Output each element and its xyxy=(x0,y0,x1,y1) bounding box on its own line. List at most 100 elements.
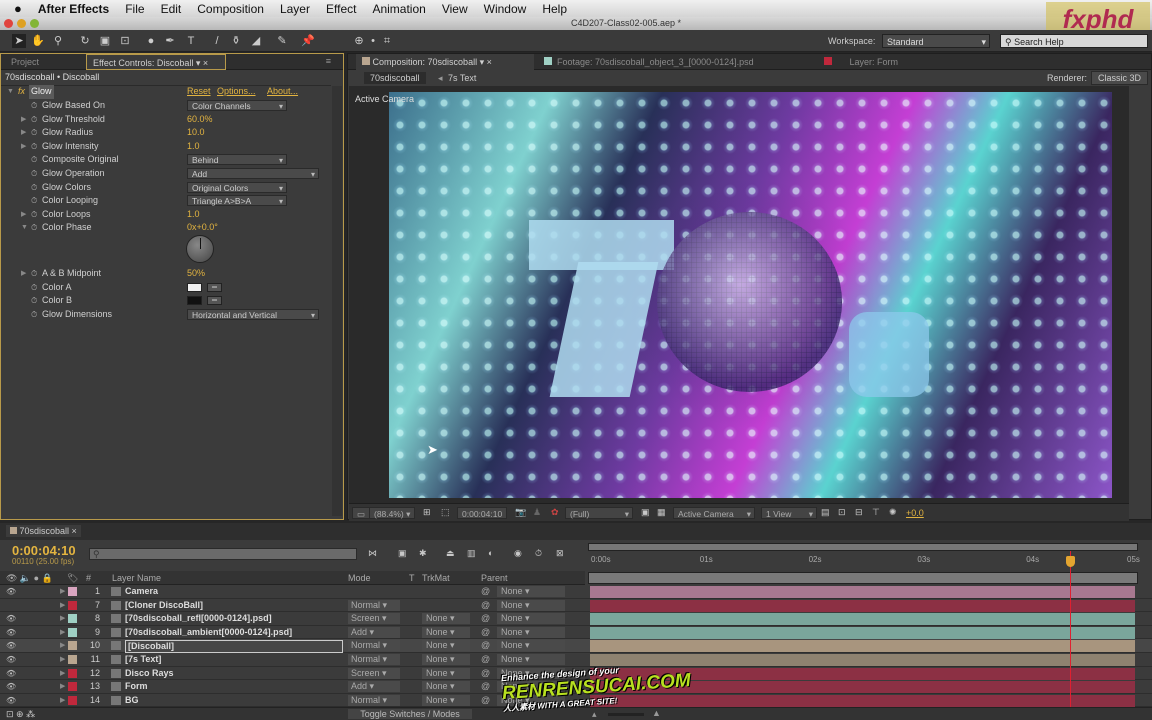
stopwatch-icon[interactable]: ⏱ xyxy=(31,99,37,113)
layer-duration-bar[interactable] xyxy=(590,586,1135,598)
label-color-swatch[interactable] xyxy=(68,627,77,637)
stopwatch-icon[interactable]: ⏱ xyxy=(31,140,37,154)
track-matte-dropdown[interactable]: None ▾ xyxy=(422,667,470,679)
property-value[interactable]: 0x+0.0° xyxy=(187,221,218,235)
snapshot-icon[interactable]: 📷 xyxy=(515,507,526,518)
clone-stamp-tool-icon[interactable]: ⚱ xyxy=(229,34,243,48)
exposure-icon[interactable]: ✺ xyxy=(889,507,897,518)
color-swatch[interactable] xyxy=(187,282,202,292)
view-layout-dropdown[interactable]: 1 View ▾ xyxy=(761,507,817,519)
expand-triangle-icon[interactable]: ▶ xyxy=(21,140,26,154)
layer-name[interactable]: BG xyxy=(125,694,139,708)
color-swatch[interactable] xyxy=(187,296,202,306)
expand-triangle-icon[interactable]: ▶ xyxy=(60,667,65,681)
stopwatch-icon[interactable]: ⏱ xyxy=(31,294,37,308)
label-color-swatch[interactable] xyxy=(68,641,77,651)
blend-mode-dropdown[interactable]: Normal ▾ xyxy=(348,640,400,652)
menu-edit[interactable]: Edit xyxy=(161,2,182,16)
parent-pickwhip-icon[interactable]: @ xyxy=(481,680,490,694)
graph-editor-icon[interactable]: ⊠ xyxy=(556,548,564,559)
tab-effect-controls[interactable]: Effect Controls: Discoball ▾ × xyxy=(86,54,226,70)
color-phase-dial[interactable] xyxy=(186,235,214,263)
layer-search-input[interactable]: ⚲ xyxy=(89,548,357,560)
track-matte-dropdown[interactable]: None ▾ xyxy=(422,626,470,638)
pixel-aspect-icon[interactable]: ▤ xyxy=(821,507,830,518)
brush-tool-icon[interactable]: / xyxy=(210,34,224,48)
breadcrumb-7s-text[interactable]: 7s Text xyxy=(448,73,476,83)
menu-composition[interactable]: Composition xyxy=(197,2,264,16)
renderer-button[interactable]: Classic 3D xyxy=(1091,71,1149,85)
tab-footage[interactable]: Footage: 70sdiscoball_object_3_[0000-012… xyxy=(538,54,760,70)
label-color-swatch[interactable] xyxy=(68,587,77,596)
layer-name[interactable]: [Cloner DiscoBall] xyxy=(125,599,203,613)
expand-triangle-icon[interactable]: ▶ xyxy=(60,612,65,626)
layer-row[interactable]: 👁 ▶ 8 [70sdiscoball_refl[0000-0124].psd] Scr… xyxy=(0,612,1152,626)
property-value[interactable]: 10.0 xyxy=(187,126,205,140)
apple-menu-icon[interactable]: ● xyxy=(14,1,22,16)
roto-brush-tool-icon[interactable]: ✎ xyxy=(275,34,289,48)
time-navigator[interactable] xyxy=(588,572,1138,584)
flowchart-icon[interactable]: ⊤ xyxy=(872,507,880,518)
layer-name[interactable]: Form xyxy=(125,680,148,694)
layer-duration-bar[interactable] xyxy=(590,640,1135,653)
resolution-dropdown[interactable]: (Full) ▾ xyxy=(565,507,633,519)
close-window-button[interactable] xyxy=(4,19,13,28)
current-time-field[interactable]: 0:00:04:10 xyxy=(457,507,508,519)
column-layer-name[interactable]: Layer Name xyxy=(112,573,161,583)
parent-pickwhip-icon[interactable]: @ xyxy=(481,694,490,708)
layer-row[interactable]: 👁 ▶ 11 [7s Text] Normal ▾ None ▾ @ None ▾ xyxy=(0,653,1152,667)
stopwatch-icon[interactable]: ⏱ xyxy=(31,126,37,140)
expand-triangle-icon[interactable]: ▶ xyxy=(60,694,65,708)
parent-pickwhip-icon[interactable]: @ xyxy=(481,585,490,599)
brainstorm-icon[interactable]: ◐ xyxy=(488,548,493,558)
rotate-tool-icon[interactable]: ↻ xyxy=(78,34,92,48)
layer-duration-bar[interactable] xyxy=(590,613,1135,626)
about-link[interactable]: About... xyxy=(267,85,298,99)
property-dropdown[interactable]: Horizontal and Vertical xyxy=(187,308,319,321)
minimize-window-button[interactable] xyxy=(17,19,26,28)
layer-switches-toggle-icon[interactable]: ⊡ ⊕ ⁂ xyxy=(6,709,35,720)
blend-mode-dropdown[interactable]: Screen ▾ xyxy=(348,613,400,625)
menu-file[interactable]: File xyxy=(125,2,144,16)
stopwatch-icon[interactable]: ⏱ xyxy=(31,308,37,322)
layer-name[interactable]: [70sdiscoball_refl[0000-0124].psd] xyxy=(125,612,272,626)
breadcrumb-70sdiscoball[interactable]: 70sdiscoball xyxy=(364,72,426,84)
label-color-swatch[interactable] xyxy=(68,614,77,624)
motion-blur-icon[interactable]: ▥ xyxy=(467,548,476,559)
property-dropdown[interactable]: Add xyxy=(187,168,319,180)
property-dropdown[interactable]: Triangle A>B>A xyxy=(187,195,287,207)
parent-pickwhip-icon[interactable]: @ xyxy=(481,639,490,653)
zoom-slider[interactable] xyxy=(608,713,644,716)
toggle-switches-modes-button[interactable]: Toggle Switches / Modes xyxy=(348,709,472,719)
layer-name[interactable]: Disco Rays xyxy=(125,667,174,681)
collapse-triangle-icon[interactable]: ▼ xyxy=(7,85,14,99)
fast-previews-icon[interactable]: ⊡ xyxy=(838,507,846,518)
expand-triangle-icon[interactable]: ▶ xyxy=(60,599,65,613)
channel-icon[interactable]: ✿ xyxy=(551,507,559,518)
puppet-pin-tool-icon[interactable]: 📌 xyxy=(301,34,315,48)
eyedropper-icon[interactable]: ═ xyxy=(207,282,222,292)
layer-row[interactable]: ▶ 7 [Cloner DiscoBall] Normal ▾ @ None ▾ xyxy=(0,599,1152,613)
label-color-swatch[interactable] xyxy=(68,695,77,705)
expand-triangle-icon[interactable]: ▶ xyxy=(21,208,26,222)
stopwatch-icon[interactable]: ⏱ xyxy=(31,113,37,127)
visibility-eye-icon[interactable]: 👁 xyxy=(6,612,16,626)
layer-name[interactable]: Camera xyxy=(125,585,158,599)
parent-pickwhip-icon[interactable]: @ xyxy=(481,667,490,681)
visibility-eye-icon[interactable]: 👁 xyxy=(6,626,16,640)
workspace-dropdown[interactable]: Standard ▾ xyxy=(882,34,990,48)
zoom-in-icon[interactable]: ▲ xyxy=(652,708,661,718)
tab-project[interactable]: Project xyxy=(5,54,45,70)
parent-pickwhip-icon[interactable]: @ xyxy=(481,599,490,613)
layer-row[interactable]: 👁 ▶ 9 [70sdiscoball_ambient[0000-0124].psd]… xyxy=(0,626,1152,640)
label-color-swatch[interactable] xyxy=(68,668,77,678)
property-value[interactable]: 60.0% xyxy=(187,113,213,127)
stopwatch-icon[interactable]: ⏱ xyxy=(31,167,37,181)
parent-pickwhip-icon[interactable]: @ xyxy=(481,626,490,640)
always-preview-icon[interactable]: ▭ xyxy=(352,507,371,519)
stopwatch-icon[interactable]: ⏱ xyxy=(31,267,37,281)
track-matte-dropdown[interactable]: None ▾ xyxy=(422,640,470,652)
blend-mode-dropdown[interactable]: Normal ▾ xyxy=(348,654,400,665)
eyedropper-icon[interactable]: ═ xyxy=(207,296,222,306)
parent-dropdown[interactable]: None ▾ xyxy=(497,626,565,638)
